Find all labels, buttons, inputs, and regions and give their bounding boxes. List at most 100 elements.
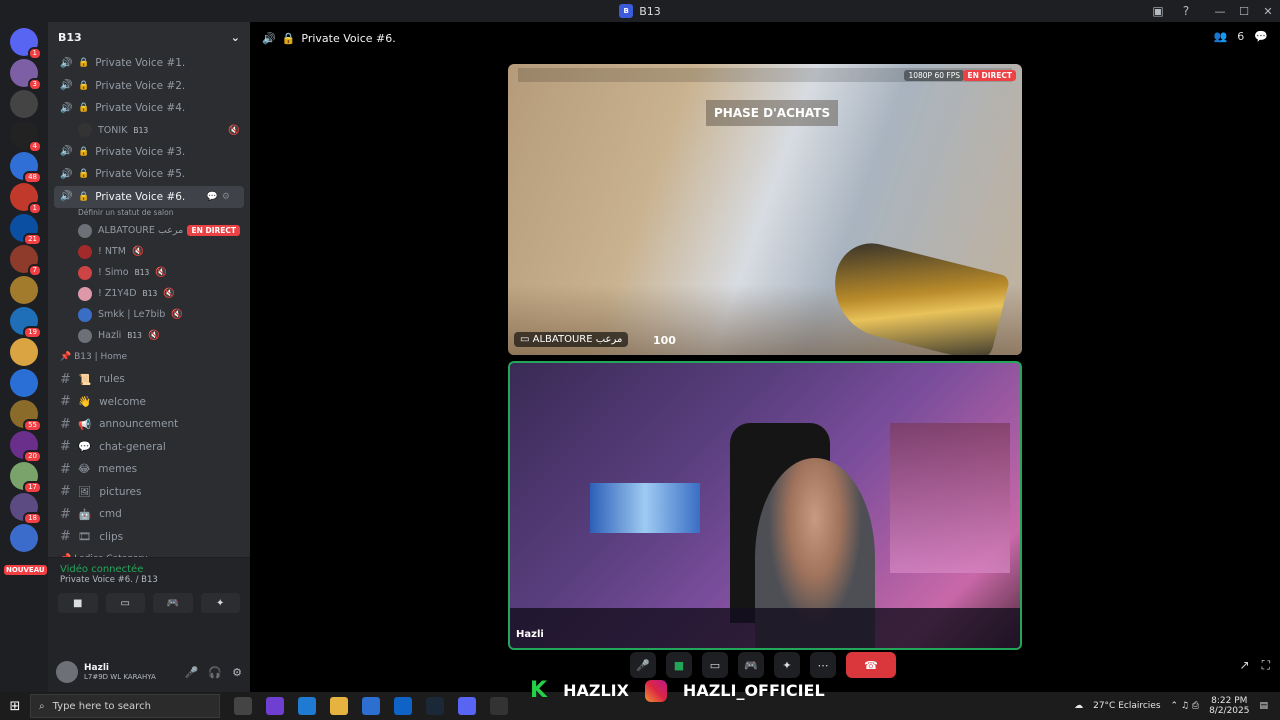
voice-member[interactable]: Hazli B13 🔇 <box>48 325 250 346</box>
steam-icon[interactable] <box>426 697 444 715</box>
server-icon[interactable]: 48 <box>10 152 42 184</box>
maximize-icon[interactable]: ☐ <box>1232 5 1256 18</box>
notifications-icon[interactable]: ▤ <box>1259 701 1268 711</box>
channel-sidebar: B13 ⌄ 🔊 🔒 Private Voice #1. 🔊 🔒 Private Voice… <box>48 22 250 692</box>
server-icon[interactable]: 19 <box>10 307 42 339</box>
server-icon[interactable]: 55 <box>10 400 42 432</box>
obs-icon[interactable] <box>490 697 508 715</box>
activity-icon[interactable]: 🎮 <box>153 593 193 613</box>
channel-emoji: 🤖 <box>78 508 92 521</box>
weather-text[interactable]: 27°C Eclaircies <box>1093 701 1160 711</box>
activity-icon[interactable]: 🎮 <box>738 652 764 678</box>
participants-icon[interactable]: 👥 <box>1214 30 1228 43</box>
weather-icon: ☁ <box>1074 701 1084 711</box>
server-icon[interactable] <box>10 338 38 366</box>
channel-status-prompt[interactable]: Définir un statut de salon <box>48 208 250 220</box>
corner-controls: ↗ ⛶ <box>1240 658 1270 673</box>
screen-share-icon[interactable]: ▭ <box>702 652 728 678</box>
text-channel[interactable]: # 📢 announcement <box>48 413 250 436</box>
fullscreen-icon[interactable]: ⛶ <box>1262 658 1270 673</box>
camera-tile[interactable]: Hazli <box>508 361 1022 650</box>
channel-tools[interactable]: 💬⚙ <box>207 192 234 202</box>
unread-badge: 18 <box>23 512 42 525</box>
channel-emoji: 👋 <box>78 396 92 409</box>
text-channel[interactable]: # 📜 rules <box>48 368 250 391</box>
server-icon[interactable]: 4 <box>10 121 42 153</box>
text-channel[interactable]: # 🖼 pictures <box>48 481 250 504</box>
text-channel[interactable]: # 🤖 cmd <box>48 503 250 526</box>
voice-channel[interactable]: 🔊 🔒 Private Voice #1. <box>48 52 250 75</box>
server-icon[interactable]: 7 <box>10 245 42 277</box>
voice-channel[interactable]: 🔊 🔒 Private Voice #3. <box>48 141 250 164</box>
category-home[interactable]: 📌 B13 | Home <box>48 346 250 368</box>
stream-nameplate: ▭ ALBATOURE مرعب <box>514 332 629 347</box>
server-icon[interactable] <box>10 369 38 397</box>
server-icon[interactable] <box>10 90 38 118</box>
screen-share-icon[interactable]: ▭ <box>105 593 145 613</box>
voice-member[interactable]: ! NTM 🔇 <box>48 241 250 262</box>
text-channel[interactable]: # 👋 welcome <box>48 391 250 414</box>
voice-member[interactable]: ! Z1Y4D B13 🔇 <box>48 283 250 304</box>
hang-up-button[interactable]: ☎ <box>846 652 896 678</box>
file-explorer-icon[interactable] <box>330 697 348 715</box>
search-input[interactable]: ⌕ Type here to search <box>30 694 220 718</box>
hash-icon: # <box>60 439 71 455</box>
voice-channel-list: 🔊 🔒 Private Voice #1. 🔊 🔒 Private Voice #2. 🔊 🔒… <box>48 52 250 120</box>
unread-badge: 19 <box>23 326 42 339</box>
window-titlebar: B B13 ▣ ? — ☐ ✕ <box>0 0 1280 22</box>
chat-icon[interactable]: 💬 <box>1254 30 1268 43</box>
server-icon[interactable] <box>10 524 38 552</box>
store-icon[interactable] <box>362 697 380 715</box>
voice-channel[interactable]: 🔊 🔒 Private Voice #2. <box>48 75 250 98</box>
voice-member-tonik[interactable]: TONIK B13 🔇 <box>48 120 250 141</box>
voice-member[interactable]: ALBATOURE مرعب EN DIRECT <box>48 220 250 241</box>
text-channel[interactable]: # 😂 memes <box>48 458 250 481</box>
outlook-icon[interactable] <box>394 697 412 715</box>
microphone-icon[interactable]: 🎤 <box>630 652 656 678</box>
server-icon[interactable] <box>10 276 38 304</box>
camera-icon[interactable]: ■ <box>666 652 692 678</box>
server-icon[interactable]: 21 <box>10 214 42 246</box>
soundboard-icon[interactable]: ✦ <box>774 652 800 678</box>
popout-icon[interactable]: ↗ <box>1240 658 1250 673</box>
channel-emoji: 🎞 <box>78 531 92 544</box>
stage-header: 🔊 🔒 Private Voice #6. 👥 6 💬 <box>250 22 1280 54</box>
clock[interactable]: 8:22 PM 8/2/2025 <box>1209 696 1249 716</box>
voice-channel[interactable]: 🔊 🔒 Private Voice #5. <box>48 163 250 186</box>
stream-tile[interactable]: PHASE D'ACHATS 1080P 60 FPS EN DIRECT ▭ … <box>508 64 1022 355</box>
soundboard-icon[interactable]: ✦ <box>200 593 240 613</box>
microphone-icon[interactable]: 🎤 <box>185 666 199 679</box>
guild-header[interactable]: B13 ⌄ <box>48 22 250 52</box>
server-icon[interactable]: 1 <box>10 28 42 60</box>
server-icon[interactable]: 18 <box>10 493 42 525</box>
voice-member[interactable]: Smkk | Le7bib 🔇 <box>48 304 250 325</box>
windows-start-icon[interactable]: ⊞ <box>0 699 30 714</box>
voice-member[interactable]: ! Simo B13 🔇 <box>48 262 250 283</box>
avatar[interactable] <box>56 661 78 683</box>
voice-location[interactable]: Private Voice #6. / B13 <box>48 575 250 585</box>
server-icon[interactable]: 17 <box>10 462 42 494</box>
server-icon[interactable]: 20 <box>10 431 42 463</box>
tray-icons[interactable]: ⌃ ♫ ⎙ <box>1171 701 1200 711</box>
server-icon[interactable]: 3 <box>10 59 42 91</box>
copilot-icon[interactable] <box>266 697 284 715</box>
discord-icon[interactable] <box>458 697 476 715</box>
more-icon[interactable]: ⋯ <box>810 652 836 678</box>
task-view-icon[interactable] <box>234 697 252 715</box>
server-icon[interactable]: 1 <box>10 183 42 215</box>
voice-channel[interactable]: 🔊 🔒 Private Voice #4. <box>48 97 250 120</box>
minimize-icon[interactable]: — <box>1208 5 1232 18</box>
gear-icon[interactable]: ⚙ <box>232 666 242 679</box>
text-channel[interactable]: # 💬 chat-general <box>48 436 250 459</box>
unread-badge: 21 <box>23 233 42 246</box>
headphones-icon[interactable]: 🎧 <box>208 666 222 679</box>
member-tag: B13 <box>142 289 158 298</box>
close-icon[interactable]: ✕ <box>1256 5 1280 18</box>
help-icon[interactable]: ? <box>1178 3 1194 19</box>
inbox-icon[interactable]: ▣ <box>1150 3 1166 19</box>
camera-icon[interactable]: ■ <box>58 593 98 613</box>
unread-badge: 48 <box>23 171 42 184</box>
text-channel[interactable]: # 🎞 clips <box>48 526 250 549</box>
voice-channel-active[interactable]: 🔊 🔒 Private Voice #6. 💬⚙ <box>54 185 244 208</box>
edge-icon[interactable] <box>298 697 316 715</box>
